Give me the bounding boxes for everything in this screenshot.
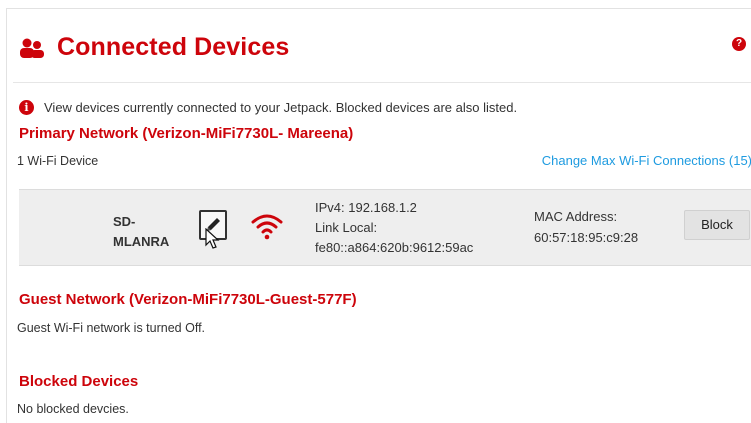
ipv4-address: IPv4: 192.168.1.2 <box>315 200 417 215</box>
connected-devices-panel: Connected Devices ? i View devices curre… <box>6 8 751 423</box>
info-icon: i <box>19 100 34 115</box>
link-local-address: fe80::a864:620b:9612:59ac <box>315 240 474 255</box>
info-text: View devices currently connected to your… <box>44 100 518 115</box>
guest-network-status: Guest Wi-Fi network is turned Off. <box>17 321 206 335</box>
blocked-devices-status: No blocked devcies. <box>17 402 129 416</box>
device-mac-info: MAC Address: 60:57:18:95:c9:28 <box>534 206 638 248</box>
cursor-icon <box>205 228 220 249</box>
device-name-line2: MLANRA <box>113 234 170 249</box>
device-name-line1: SD- <box>113 214 136 229</box>
device-ip-info: IPv4: 192.168.1.2 Link Local: fe80::a864… <box>315 198 473 258</box>
guest-network-title: Guest Network (Verizon-MiFi7730L-Guest-5… <box>19 291 357 308</box>
page-title: Connected Devices <box>57 33 290 61</box>
info-message: i View devices currently connected to yo… <box>19 100 517 115</box>
blocked-devices-title: Blocked Devices <box>19 373 139 390</box>
mac-label: MAC Address: <box>534 209 618 224</box>
change-max-connections-link[interactable]: Change Max Wi-Fi Connections (15) <box>542 153 751 168</box>
device-count: 1 Wi-Fi Device <box>17 154 99 168</box>
primary-network-title: Primary Network (Verizon-MiFi7730L- Mare… <box>19 125 354 142</box>
header-divider <box>13 82 751 83</box>
block-device-button[interactable]: Block <box>684 210 750 240</box>
wifi-icon <box>251 214 283 240</box>
device-name: SD- MLANRA <box>113 212 169 252</box>
page-header: Connected Devices <box>19 33 289 62</box>
mac-address: 60:57:18:95:c9:28 <box>534 230 639 245</box>
device-row: SD- MLANRA IPv4: 192.168.1.2 Link Local:… <box>19 189 751 266</box>
people-icon <box>20 38 44 58</box>
help-icon[interactable]: ? <box>732 37 746 51</box>
link-local-label: Link Local: <box>315 220 378 235</box>
